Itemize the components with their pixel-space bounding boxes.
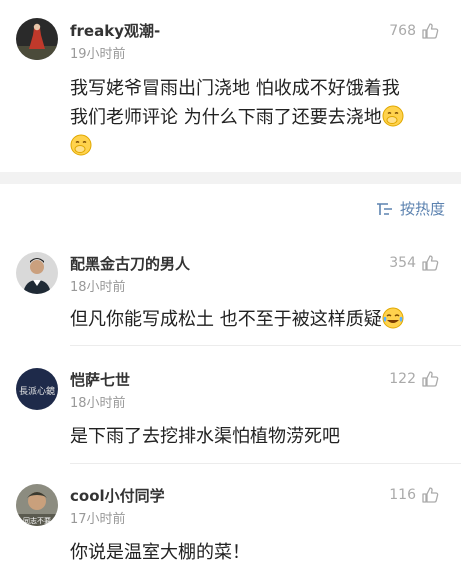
hand-over-mouth-emoji-icon — [70, 134, 92, 156]
comment-text-line — [70, 132, 447, 161]
avatar[interactable] — [16, 252, 58, 294]
timestamp: 19小时前 — [70, 47, 126, 62]
like-count: 122 — [389, 371, 416, 387]
avatar[interactable] — [16, 18, 58, 60]
like-button[interactable]: 354 — [389, 254, 439, 272]
row-divider — [70, 345, 461, 346]
tears-of-joy-emoji-icon — [382, 307, 404, 329]
like-button[interactable]: 768 — [389, 22, 439, 40]
comment-feed: freaky观潮- 19小时前 768 我写姥爷冒雨出门浇地 怕收成不好饿着我 … — [0, 0, 461, 575]
comment-text: 是下雨了去挖排水渠怕植物涝死吧 — [70, 426, 340, 447]
avatar[interactable]: 同志不要 — [16, 484, 58, 526]
comment-text: 我写姥爷冒雨出门浇地 怕收成不好饿着我 我们老师评论 为什么下雨了还要去浇地 — [70, 74, 447, 161]
username[interactable]: 恺萨七世 — [70, 369, 130, 390]
like-button[interactable]: 116 — [389, 486, 439, 504]
thumbs-up-icon — [421, 22, 439, 40]
username[interactable]: 配黑金古刀的男人 — [70, 253, 190, 274]
svg-text:長派心鏡: 長派心鏡 — [19, 385, 55, 397]
like-count: 116 — [389, 487, 416, 503]
like-count: 768 — [389, 23, 416, 39]
avatar[interactable]: 長派心鏡 — [16, 368, 58, 410]
thumbs-up-icon — [421, 254, 439, 272]
like-count: 354 — [389, 255, 416, 271]
comment-text-line: 我写姥爷冒雨出门浇地 怕收成不好饿着我 — [70, 78, 400, 99]
svg-text:同志不要: 同志不要 — [23, 516, 51, 525]
thumbs-up-icon — [421, 370, 439, 388]
hand-over-mouth-emoji-icon — [382, 105, 404, 127]
like-button[interactable]: 122 — [389, 370, 439, 388]
sort-toggle[interactable]: 按热度 — [376, 198, 445, 219]
section-divider — [0, 172, 461, 184]
comment-text: 你说是温室大棚的菜！ — [70, 542, 250, 563]
timestamp: 17小时前 — [70, 512, 126, 527]
timestamp: 18小时前 — [70, 396, 126, 411]
sort-label: 按热度 — [399, 200, 445, 218]
comment-text-line: 我们老师评论 为什么下雨了还要去浇地 — [70, 103, 447, 132]
thumbs-up-icon — [421, 486, 439, 504]
comment-text: 但凡你能写成松土 也不至于被这样质疑 — [70, 305, 447, 334]
row-divider — [70, 463, 461, 464]
timestamp: 18小时前 — [70, 280, 126, 295]
sort-icon — [376, 201, 394, 217]
username[interactable]: cool小付同学 — [70, 485, 165, 506]
username[interactable]: freaky观潮- — [70, 20, 160, 41]
